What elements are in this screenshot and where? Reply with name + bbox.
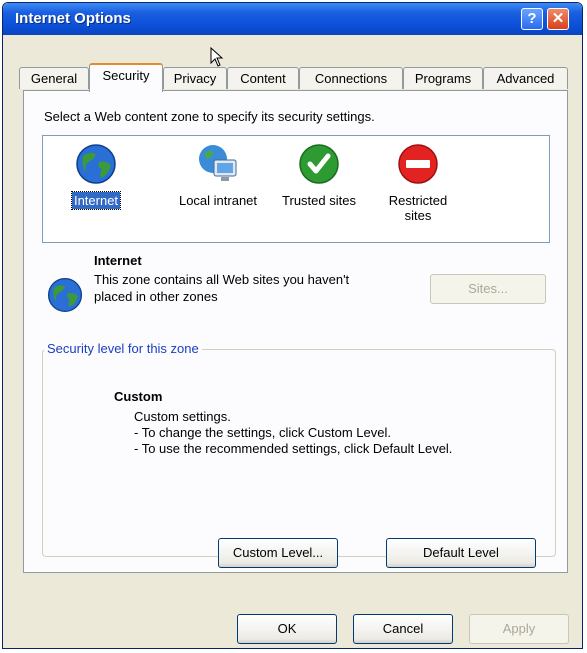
intranet-icon (199, 145, 237, 181)
trusted-check-icon (299, 144, 339, 184)
ok-button[interactable]: OK (237, 614, 337, 644)
zone-internet[interactable]: Internet (51, 142, 141, 210)
security-level-legend: Security level for this zone (44, 341, 202, 356)
zone-info-title: Internet (94, 253, 142, 268)
custom-level-button[interactable]: Custom Level... (218, 538, 338, 568)
tab-content[interactable]: Content (227, 67, 299, 89)
tab-general[interactable]: General (19, 67, 89, 89)
globe-icon (47, 277, 83, 313)
window-title: Internet Options (15, 10, 131, 27)
close-button[interactable]: ✕ (547, 8, 569, 30)
security-tab-panel: Select a Web content zone to specify its… (23, 90, 568, 573)
zone-restricted-sites[interactable]: Restricted sites (373, 142, 463, 224)
zone-trusted-sites[interactable]: Trusted sites (273, 142, 365, 209)
zone-label-local-intranet: Local intranet (178, 193, 258, 208)
globe-icon (76, 144, 116, 184)
help-icon: ? (527, 10, 537, 27)
tab-connections[interactable]: Connections (299, 67, 403, 89)
security-level-description: Custom settings. - To change the setting… (134, 409, 452, 457)
close-icon: ✕ (551, 10, 565, 27)
tab-strip: General Security Privacy Content Connect… (3, 63, 582, 92)
default-level-button[interactable]: Default Level (386, 538, 536, 568)
zone-label-restricted-sites: Restricted sites (388, 193, 448, 223)
restricted-icon (398, 144, 438, 184)
zone-label-trusted-sites: Trusted sites (282, 193, 356, 208)
tab-privacy[interactable]: Privacy (163, 67, 227, 89)
zone-label-internet: Internet (70, 191, 122, 210)
zone-local-intranet[interactable]: Local intranet (165, 142, 271, 209)
zone-list[interactable]: Internet Local intranet Trusted sites Re… (42, 135, 550, 243)
tab-advanced[interactable]: Advanced (483, 67, 568, 89)
cancel-button[interactable]: Cancel (353, 614, 453, 644)
custom-settings-line: Custom settings. (134, 409, 231, 424)
internet-options-window: Internet Options ? ✕ General Security Pr… (2, 2, 583, 649)
default-level-hint: - To use the recommended settings, click… (134, 441, 453, 456)
title-bar[interactable]: Internet Options ? ✕ (3, 3, 582, 35)
tab-security[interactable]: Security (89, 63, 163, 92)
help-button[interactable]: ? (521, 8, 543, 30)
tab-programs[interactable]: Programs (403, 67, 483, 89)
zone-prompt: Select a Web content zone to specify its… (44, 109, 375, 124)
custom-level-hint: - To change the settings, click Custom L… (134, 425, 391, 440)
zone-info-description: This zone contains all Web sites you hav… (94, 272, 350, 304)
apply-button[interactable]: Apply (469, 614, 569, 644)
security-level-title: Custom (114, 389, 163, 404)
sites-button[interactable]: Sites... (430, 274, 546, 304)
